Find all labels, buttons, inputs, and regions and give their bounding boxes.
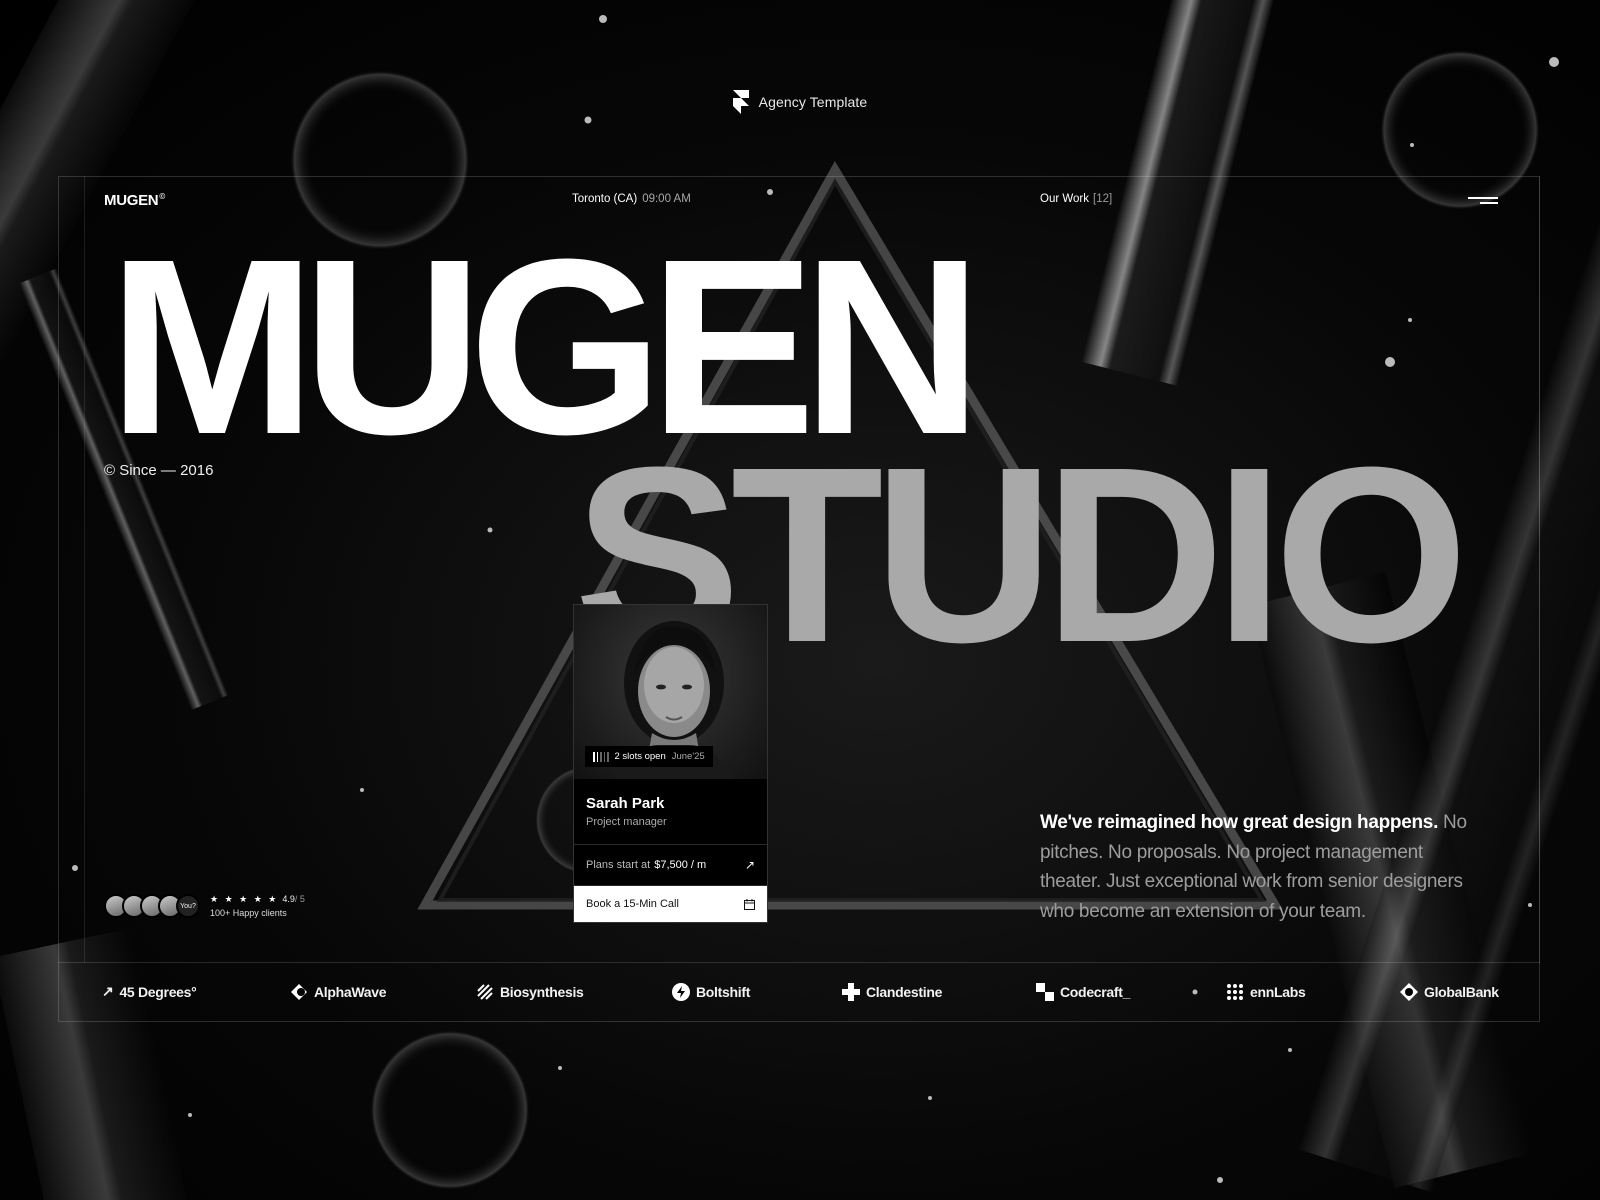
time-text: 09:00 AM [642,193,691,205]
logo-globalbank: GlobalBank [1400,983,1499,1001]
calendar-icon [744,898,755,910]
alphawave-icon [291,984,307,1000]
happy-clients: You? ★ ★ ★ ★ ★ 4.9/ 5 100+ Happy clients [104,894,305,918]
profile-photo: 2 slots open June'25 [574,605,767,779]
our-work-label: Our Work [1040,193,1089,205]
arrow-up-right-icon: ↗ [102,983,114,999]
logo-boltshift: Boltshift [672,983,750,1001]
person-name: Sarah Park [586,795,665,812]
framer-logo-icon [732,90,749,114]
rating: ★ ★ ★ ★ ★ 4.9/ 5 100+ Happy clients [210,894,305,918]
slots-badge: 2 slots open June'25 [585,746,713,767]
plans-price: $7,500 / m [654,859,707,871]
happy-clients-text: 100+ Happy clients [210,908,287,918]
logo-alphawave: AlphaWave [290,983,387,1001]
book-call-label: Book a 15-Min Call [586,898,679,910]
logo-biosynthesis: Biosynthesis [476,983,584,1001]
card-person: Sarah Park Project manager [574,779,767,845]
plans-label: Plans start at [586,859,651,871]
logo-codecraft: Codecraft_ [1036,983,1130,1001]
star-icons: ★ ★ ★ ★ ★ [210,894,279,904]
codecraft-icon [1036,983,1054,1001]
location-time: Toronto (CA) 09:00 AM [572,193,691,205]
rating-score: 4.9 [282,894,295,904]
slots-month: June'25 [671,751,705,762]
dots-grid-icon [1227,984,1243,1000]
arrow-up-right-icon: ↗ [744,858,755,872]
logo-45-degrees: ↗ 45 Degrees° [102,983,197,1000]
biosynthesis-icon [477,984,493,1000]
logo-ennlabs: ennLabs [1226,983,1306,1001]
client-logos: ↗ 45 Degrees° AlphaWave Biosynthesis Bolt… [58,962,1540,1022]
work-count: [12] [1093,193,1113,205]
logo-clandestine: Clandestine [842,983,942,1001]
location-text: Toronto (CA) [572,193,638,205]
our-work-link[interactable]: Our Work [12] [1040,193,1112,205]
availability-bars-icon [593,751,609,762]
slots-text: 2 slots open [614,751,666,762]
you-avatar[interactable]: You? [176,894,200,918]
book-call-button[interactable]: Book a 15-Min Call [574,886,767,922]
since-text: © Since — 2016 [104,462,214,479]
agency-template-badge[interactable]: Agency Template [0,90,1600,114]
plans-link[interactable]: Plans start at $7,500 / m ↗ [574,845,767,886]
client-avatars: You? [104,894,200,918]
plus-icon [842,983,860,1001]
badge-text: Agency Template [758,94,868,110]
person-role: Project manager [586,816,667,828]
globalbank-icon [1400,983,1418,1001]
menu-icon[interactable] [1468,194,1498,208]
rating-of: / 5 [294,894,305,904]
bolt-icon [672,983,690,1001]
description: We've reimagined how great design happen… [1040,808,1470,926]
description-highlight: We've reimagined how great design happen… [1040,812,1439,833]
profile-card: 2 slots open June'25 Sarah Park Project m… [573,604,768,923]
